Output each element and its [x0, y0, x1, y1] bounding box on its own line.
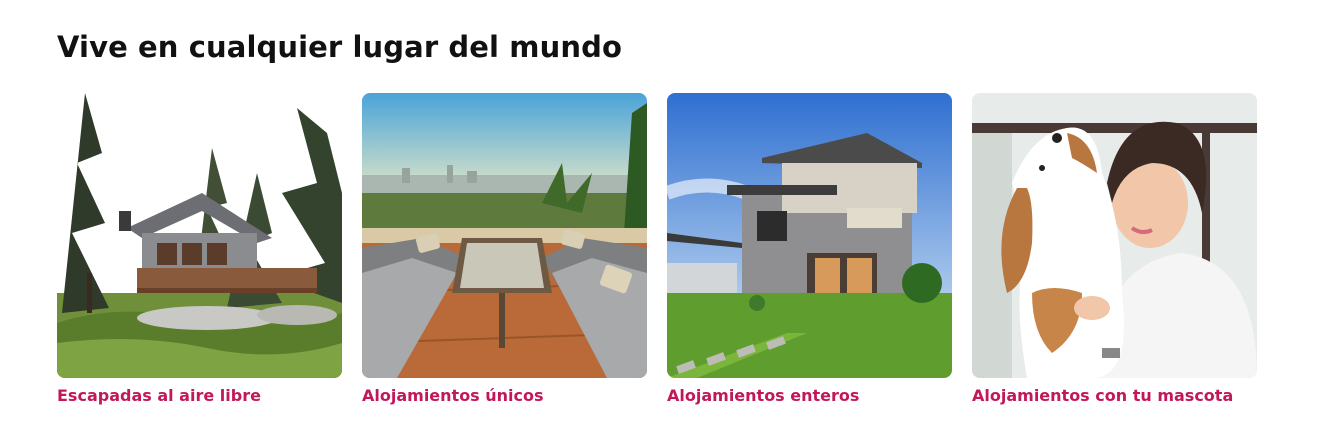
card-unique-stays[interactable]: Alojamientos únicos — [362, 93, 647, 423]
card-entire-homes[interactable]: Alojamientos enteros — [667, 93, 952, 423]
section-title: Vive en cualquier lugar del mundo — [57, 30, 622, 64]
card-image-cabin[interactable] — [57, 93, 342, 378]
card-label[interactable]: Alojamientos con tu mascota — [972, 386, 1233, 405]
card-image-terrace[interactable] — [362, 93, 647, 378]
card-outdoor-getaways[interactable]: Escapadas al aire libre — [57, 93, 342, 423]
card-pet-friendly[interactable]: Alojamientos con tu mascota — [972, 93, 1257, 423]
card-label[interactable]: Alojamientos únicos — [362, 386, 544, 405]
card-image-pet[interactable] — [972, 93, 1257, 378]
card-image-house[interactable] — [667, 93, 952, 378]
card-label[interactable]: Escapadas al aire libre — [57, 386, 261, 405]
category-cards: Escapadas al aire libre Alojamientos úni… — [57, 93, 1277, 423]
card-label[interactable]: Alojamientos enteros — [667, 386, 859, 405]
